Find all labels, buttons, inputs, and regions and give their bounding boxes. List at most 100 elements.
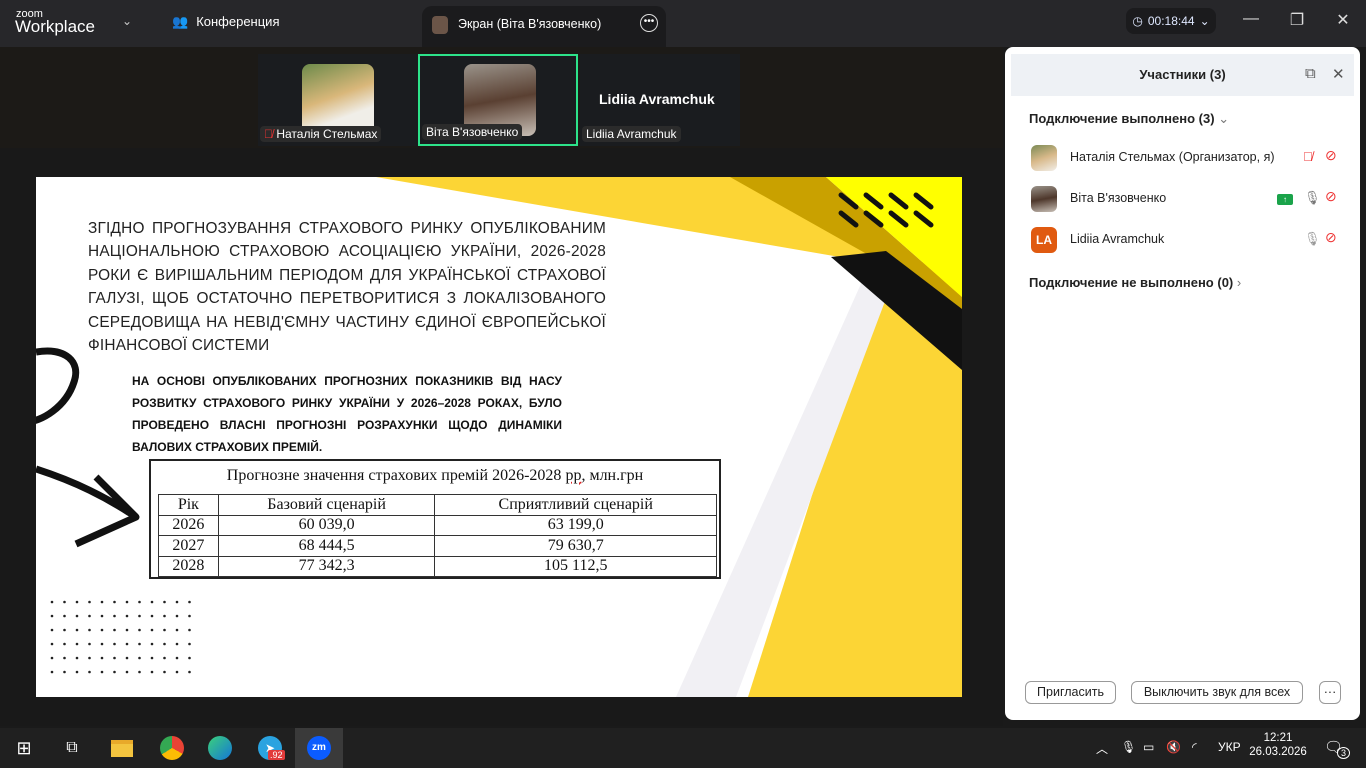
microphone-icon[interactable]: 🎙 xyxy=(1121,740,1136,754)
dot xyxy=(188,600,191,604)
dot xyxy=(50,614,54,618)
not-connected-section[interactable]: Подключение не выполнено (0) › xyxy=(1029,275,1241,290)
chevron-right-icon: › xyxy=(1236,275,1242,290)
avatar xyxy=(1031,186,1057,212)
dot xyxy=(150,600,154,604)
chevron-down-icon[interactable]: ⌄ xyxy=(122,14,132,28)
participant-row[interactable]: Наталія Стельмах (Организатор, я) 🎙̸ ⊘ xyxy=(1031,145,1351,173)
tray-overflow-icon[interactable]: ︿ xyxy=(1096,740,1108,757)
cell: 105 112,5 xyxy=(434,555,717,577)
language-indicator[interactable]: УКР xyxy=(1218,740,1241,754)
dot xyxy=(188,628,191,632)
table-row: 2027 68 444,5 79 630,7 xyxy=(158,535,717,557)
dot xyxy=(175,642,179,646)
pop-out-icon[interactable]: ⧉ xyxy=(1305,65,1316,82)
participant-name: Віта В'язовченко xyxy=(1070,191,1167,205)
participant-name-chip: Віта В'язовченко xyxy=(422,124,523,140)
dot xyxy=(63,628,66,632)
restore-button[interactable]: ❐ xyxy=(1285,10,1309,32)
zoom-taskbar-icon[interactable]: zm xyxy=(295,728,343,768)
presentation-slide: ЗГІДНО ПРОГНОЗУВАННЯ СТРАХОВОГО РИНКУ ОП… xyxy=(36,177,962,697)
dot xyxy=(113,642,116,646)
cell: 68 444,5 xyxy=(217,535,436,557)
dot xyxy=(188,656,191,660)
invite-button[interactable]: Пригласить xyxy=(1025,681,1116,704)
chevron-down-icon: ⌄ xyxy=(1199,14,1210,28)
meeting-tab[interactable]: 👥 Конференция xyxy=(172,14,279,30)
panel-title: Участники (3) xyxy=(1011,54,1354,96)
participant-name: Lidiia Avramchuk xyxy=(1070,232,1165,246)
dot xyxy=(125,614,129,618)
dot xyxy=(163,642,166,646)
video-off-icon[interactable]: ⊘ xyxy=(1325,147,1337,164)
arrow-shape xyxy=(36,465,140,548)
telegram-icon[interactable]: ➤ .92 xyxy=(246,728,294,768)
video-tile-vita[interactable]: Віта В'язовченко xyxy=(418,54,578,146)
dot xyxy=(50,642,54,646)
chevron-down-icon: ⌄ xyxy=(1218,111,1230,126)
dot xyxy=(88,670,91,674)
participant-row[interactable]: LA Lidiia Avramchuk 🎙 ⊘ xyxy=(1031,227,1351,255)
dot xyxy=(175,628,179,632)
more-icon[interactable]: ••• xyxy=(640,14,658,32)
video-off-icon[interactable]: ⊘ xyxy=(1325,229,1337,246)
clock[interactable]: 12:21 26.03.2026 xyxy=(1249,732,1307,758)
dot xyxy=(125,670,129,674)
dot xyxy=(88,642,91,646)
video-off-icon[interactable]: ⊘ xyxy=(1325,188,1337,205)
connected-section[interactable]: Подключение выполнено (3) ⌄ xyxy=(1029,111,1229,127)
dot xyxy=(150,642,154,646)
close-icon[interactable]: ✕ xyxy=(1332,65,1345,83)
notifications-icon[interactable]: 🗨3 xyxy=(1324,738,1356,759)
video-tile-natalia[interactable]: 🎙̸ Наталія Стельмах xyxy=(258,54,418,146)
dot xyxy=(138,628,141,632)
wifi-icon[interactable]: ◜ xyxy=(1192,740,1197,754)
video-tile-lidiia[interactable]: Lidiia Avramchuk Lidiia Avramchuk xyxy=(580,54,740,146)
dot xyxy=(163,614,166,618)
battery-icon[interactable]: ▭ xyxy=(1143,740,1154,754)
dot xyxy=(100,614,104,618)
mic-muted-icon[interactable]: 🎙̸ xyxy=(1303,149,1313,164)
task-view-icon[interactable]: ⧉ xyxy=(48,728,96,768)
mic-icon[interactable]: 🎙 xyxy=(1304,190,1321,206)
close-button[interactable]: ✕ xyxy=(1331,10,1355,32)
unread-badge: .92 xyxy=(268,750,285,760)
cell: 2028 xyxy=(158,555,219,577)
dot xyxy=(175,614,179,618)
participant-row[interactable]: Віта В'язовченко ↑ 🎙 ⊘ xyxy=(1031,186,1351,214)
dot xyxy=(75,628,79,632)
file-explorer-icon[interactable] xyxy=(98,728,146,768)
chrome-icon[interactable] xyxy=(148,728,196,768)
volume-muted-icon[interactable]: 🔇 xyxy=(1166,740,1181,754)
logo-workplace: Workplace xyxy=(15,17,95,36)
dot xyxy=(163,600,166,604)
more-button[interactable]: ··· xyxy=(1319,681,1341,704)
cell: 63 199,0 xyxy=(434,514,717,536)
dot xyxy=(100,656,104,660)
screen-tab-label: Экран (Віта В'язовченко) xyxy=(458,17,602,31)
dot xyxy=(188,614,191,618)
participants-panel: Участники (3) ⧉ ✕ Подключение выполнено … xyxy=(1005,47,1360,720)
windows-start-icon[interactable]: ⊞ xyxy=(0,728,48,768)
header-cell: Рік xyxy=(158,494,219,516)
swirl-shape xyxy=(36,347,80,424)
dot xyxy=(113,614,116,618)
dot xyxy=(150,614,154,618)
participant-name-chip: Lidiia Avramchuk xyxy=(582,126,681,142)
dot xyxy=(100,600,104,604)
dot xyxy=(150,628,154,632)
dot xyxy=(63,656,66,660)
dot xyxy=(50,670,54,674)
meeting-timer[interactable]: ◷ 00:18:44 ⌄ xyxy=(1126,8,1216,34)
clock-icon: ◷ xyxy=(1132,14,1143,28)
mute-all-button[interactable]: Выключить звук для всех xyxy=(1131,681,1303,704)
edge-icon[interactable] xyxy=(196,728,244,768)
screen-share-tab[interactable]: Экран (Віта В'язовченко) ••• xyxy=(422,6,666,47)
dot xyxy=(175,656,179,660)
minimize-button[interactable]: — xyxy=(1239,10,1263,32)
dot xyxy=(163,656,166,660)
participant-title: Lidiia Avramchuk xyxy=(599,91,715,107)
dot xyxy=(75,656,79,660)
mic-icon[interactable]: 🎙 xyxy=(1304,231,1321,247)
dot xyxy=(63,642,66,646)
